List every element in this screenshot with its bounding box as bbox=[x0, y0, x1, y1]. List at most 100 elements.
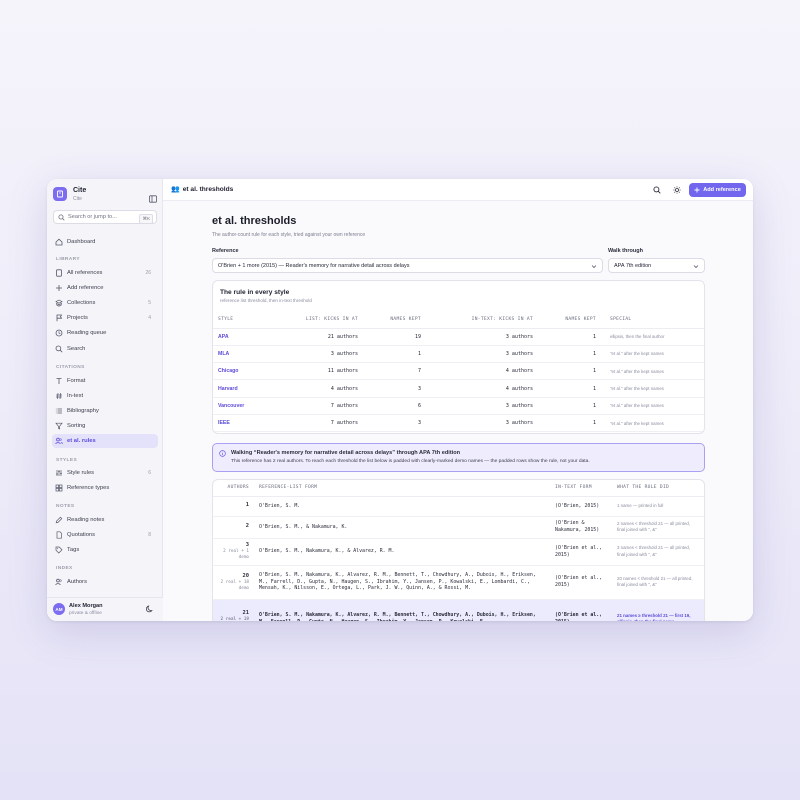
table-row[interactable]: Harvard 4 authors 3 4 authors 1 "et al." afte… bbox=[213, 379, 704, 398]
intext-form: (O'Brien & Nakamura, 2015) bbox=[550, 516, 612, 539]
walk-through-select[interactable]: APA 7th edition bbox=[608, 258, 705, 273]
sidebar-item-format[interactable]: Format bbox=[52, 374, 158, 388]
intext-names-kept: 1 bbox=[538, 414, 601, 433]
sidebar-item-dashboard[interactable]: Dashboard bbox=[52, 235, 158, 249]
brand[interactable]: Cite Cite bbox=[53, 187, 157, 203]
special-rule: "et al." after the kept names bbox=[601, 397, 704, 415]
reference-list-form: O'Brien, S. M., Nakamura, K., Alvarez, R… bbox=[254, 565, 550, 600]
walk-through-label: Walk through bbox=[608, 248, 643, 254]
sidebar-item-sorting[interactable]: Sorting bbox=[52, 419, 158, 433]
topbar: 👥 et al. thresholds Add reference bbox=[163, 179, 753, 201]
col-authors: AUTHORS bbox=[213, 480, 254, 497]
page-title: et al. thresholds bbox=[212, 215, 297, 227]
hash-icon bbox=[56, 392, 62, 400]
style-name[interactable]: MLA bbox=[213, 345, 275, 364]
style-name[interactable]: Vancouver bbox=[213, 397, 275, 415]
sidebar-toggle-icon[interactable] bbox=[149, 190, 157, 203]
style-name[interactable]: APA bbox=[213, 328, 275, 346]
list-threshold: 21 authors bbox=[275, 328, 363, 346]
author-count: 2 bbox=[213, 516, 254, 539]
sun-icon[interactable] bbox=[673, 186, 681, 194]
style-name[interactable]: IEEE bbox=[213, 414, 275, 433]
intext-form: (O'Brien, 2015) bbox=[550, 496, 612, 517]
sidebar-item-reference-types[interactable]: Reference types bbox=[52, 481, 158, 495]
section-citations: CITATIONS bbox=[56, 365, 85, 370]
table-row[interactable]: 1 O'Brien, S. M. (O'Brien, 2015) 1 name — p… bbox=[213, 496, 704, 517]
sidebar-search[interactable]: Search or jump to... ⌘K bbox=[53, 210, 157, 224]
plus-icon bbox=[694, 187, 700, 193]
search-icon[interactable] bbox=[653, 186, 661, 194]
list-names-kept: 7 bbox=[363, 362, 426, 381]
table-row[interactable]: IEEE 7 authors 3 3 authors 1 "et al." after t… bbox=[213, 414, 704, 433]
sidebar-item-bibliography[interactable]: Bibliography bbox=[52, 404, 158, 418]
intext-names-kept: 1 bbox=[538, 328, 601, 346]
add-reference-button[interactable]: Add reference bbox=[689, 183, 746, 197]
sidebar-item-all-references[interactable]: All references 26 bbox=[52, 266, 158, 280]
sidebar-item-in-text[interactable]: In-text bbox=[52, 389, 158, 403]
reference-list-form: O'Brien, S. M. bbox=[254, 496, 550, 517]
sidebar-item-reading-notes[interactable]: Reading notes bbox=[52, 513, 158, 527]
sidebar-item-add-reference[interactable]: Add reference bbox=[52, 281, 158, 295]
sidebar-item-et-al-rules[interactable]: et al. rules bbox=[52, 434, 158, 448]
special-rule: "et al." after the kept names bbox=[601, 362, 704, 381]
table-row[interactable]: 2 O'Brien, S. M., & Nakamura, K. (O'Brien … bbox=[213, 516, 704, 539]
col-special: SPECIAL bbox=[601, 312, 704, 329]
col-list-kept: NAMES KEPT bbox=[363, 312, 426, 329]
user-status: private & offline bbox=[69, 611, 102, 616]
table-row[interactable]: Chicago 11 authors 7 4 authors 1 "et al." aft… bbox=[213, 362, 704, 381]
sidebar-item-collections[interactable]: Collections 5 bbox=[52, 296, 158, 310]
author-count: 32 real + 1 demo bbox=[213, 538, 254, 566]
sidebar-item-style-rules[interactable]: Style rules 6 bbox=[52, 466, 158, 480]
reference-select[interactable]: O'Brien + 1 more (2015) — Reader's memor… bbox=[212, 258, 603, 273]
list-icon bbox=[55, 408, 62, 414]
col-text-at: IN-TEXT: KICKS IN AT bbox=[426, 312, 538, 329]
list-names-kept: 19 bbox=[363, 328, 426, 346]
special-rule: ellipsis, then the final author bbox=[601, 328, 704, 346]
sidebar-item-search[interactable]: Search bbox=[52, 342, 158, 356]
style-name[interactable]: Chicago bbox=[213, 362, 275, 381]
special-rule: "et al." after the kept names bbox=[601, 414, 704, 433]
rule-explanation: 21 names ≥ threshold 21 — first 19, elli… bbox=[612, 599, 704, 621]
section-library: LIBRARY bbox=[56, 257, 80, 262]
layers-icon bbox=[55, 299, 63, 307]
sidebar-item-tags[interactable]: Tags bbox=[52, 543, 158, 557]
author-count: 1 bbox=[213, 496, 254, 517]
sidebar-item-quotations[interactable]: Quotations 8 bbox=[52, 528, 158, 542]
users-icon bbox=[55, 437, 63, 445]
author-count: 20 2 real + 18 demo bbox=[213, 565, 254, 600]
list-threshold: 4 authors bbox=[275, 379, 363, 398]
style-name[interactable]: Harvard bbox=[213, 379, 275, 398]
avatar: AM bbox=[53, 603, 65, 615]
callout-title: Walking “Reader's memory for narrative d… bbox=[231, 450, 461, 456]
sidebar-item-authors[interactable]: Authors bbox=[52, 575, 158, 589]
table-row[interactable]: 32 real + 1 demo O'Brien, S. M., Nakamura… bbox=[213, 538, 704, 566]
rules-table: STYLE LIST: KICKS IN AT NAMES KEPT IN-TE… bbox=[213, 312, 704, 433]
tag-icon bbox=[55, 546, 63, 554]
list-names-kept: 3 bbox=[363, 414, 426, 433]
special-rule: "et al." after the kept names bbox=[601, 379, 704, 398]
sidebar-item-reading-queue[interactable]: Reading queue bbox=[52, 326, 158, 340]
user-profile[interactable]: AM Alex Morgan private & offline bbox=[47, 597, 163, 621]
type-icon bbox=[56, 378, 62, 384]
col-intext-form: IN-TEXT FORM bbox=[550, 480, 612, 497]
padding-note: 2 real + 18 demo bbox=[220, 579, 249, 591]
table-row[interactable]: Vancouver 7 authors 6 3 authors 1 "et al." af… bbox=[213, 397, 704, 415]
moon-icon[interactable] bbox=[146, 605, 154, 613]
author-count: 212 real + 19 demo bbox=[213, 599, 254, 621]
table-row[interactable]: APA 21 authors 19 3 authors 1 ellipsis, then … bbox=[213, 328, 704, 346]
list-threshold: 3 authors bbox=[275, 345, 363, 364]
search-icon bbox=[58, 214, 65, 221]
intext-threshold: 3 authors bbox=[426, 345, 538, 364]
list-threshold: 7 authors bbox=[275, 414, 363, 433]
table-row[interactable]: 20 2 real + 18 demo O'Brien, S. M., Nakamu… bbox=[213, 565, 704, 600]
sidebar: Cite Cite Search or jump to... ⌘K Dashbo… bbox=[47, 179, 163, 621]
sidebar-item-projects[interactable]: Projects 4 bbox=[52, 311, 158, 325]
search-placeholder: Search or jump to... bbox=[68, 214, 117, 220]
col-list-form: REFERENCE-LIST FORM bbox=[254, 480, 550, 497]
list-names-kept: 3 bbox=[363, 379, 426, 398]
table-row[interactable]: MLA 3 authors 1 3 authors 1 "et al." after th… bbox=[213, 345, 704, 364]
rules-card: The rule in every style reference list t… bbox=[212, 280, 705, 434]
book-icon bbox=[53, 187, 67, 201]
table-row[interactable]: 212 real + 19 demoO'Brien, S. M., Nakamu… bbox=[213, 599, 704, 621]
intext-threshold: 4 authors bbox=[426, 379, 538, 398]
